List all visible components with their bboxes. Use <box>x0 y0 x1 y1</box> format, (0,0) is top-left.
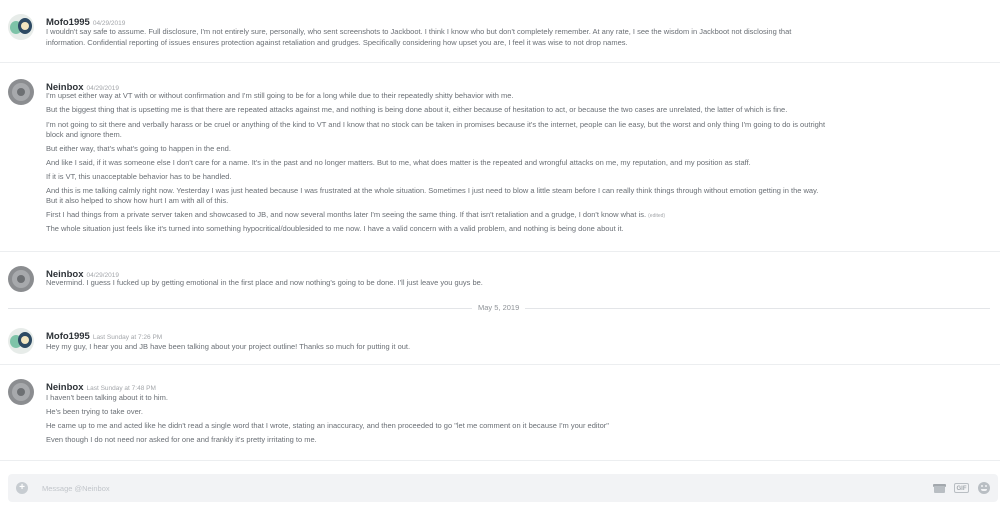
message-line: block and ignore them. <box>46 130 122 139</box>
mofo-avatar[interactable] <box>8 328 34 354</box>
message-line: Nevermind. I guess I fucked up by gettin… <box>46 278 483 287</box>
message-line: And this is me talking calmly right now.… <box>46 186 819 195</box>
timestamp: Last Sunday at 7:26 PM <box>92 334 163 341</box>
message-line: I'm upset either way at VT with or witho… <box>46 91 514 100</box>
message-line: But either way, that's what's going to h… <box>46 144 231 153</box>
message-line: He came up to me and acted like he didn'… <box>46 421 609 430</box>
username[interactable]: Mofo1995 <box>46 331 90 342</box>
timestamp: Last Sunday at 7:48 PM <box>86 385 156 392</box>
timestamp: 04/29/2019 <box>92 20 126 27</box>
chat-messages: Mofo1995 04/29/2019 I wouldn't say safe t… <box>0 0 1000 468</box>
message-group: Mofo1995 Last Sunday at 7:26 PM Hey my gu… <box>0 326 1000 356</box>
gif-icon[interactable]: GIF <box>954 483 969 493</box>
message-input[interactable] <box>34 474 900 502</box>
message-header: Neinbox 04/29/2019 <box>46 264 119 280</box>
plus-icon[interactable]: + <box>16 482 28 494</box>
neinbox-avatar[interactable] <box>8 379 34 405</box>
neinbox-avatar[interactable] <box>8 79 34 105</box>
message-line: But it also helped to show how hurt I am… <box>46 196 229 205</box>
message-line: First I had things from a private server… <box>46 210 976 221</box>
message-composer: + GIF <box>8 474 998 502</box>
neinbox-avatar[interactable] <box>8 266 34 292</box>
message-line: Even though I do not need nor asked for … <box>46 435 317 444</box>
message-line: He's been trying to take over. <box>46 407 143 416</box>
message-line: I wouldn't say safe to assume. Full disc… <box>46 27 792 36</box>
message-line: And like I said, if it was someone else … <box>46 158 751 167</box>
message-header: Mofo1995 Last Sunday at 7:26 PM <box>46 326 163 342</box>
message-line: Hey my guy, I hear you and JB have been … <box>46 342 411 351</box>
message-divider <box>0 62 1000 63</box>
message-line: I haven't been talking about it to him. <box>46 393 168 402</box>
message-header: Neinbox 04/29/2019 <box>46 77 119 93</box>
date-divider-label: May 5, 2019 <box>472 303 526 312</box>
mofo-avatar[interactable] <box>8 14 34 40</box>
gift-icon[interactable] <box>933 483 946 493</box>
emoji-icon[interactable] <box>978 482 990 494</box>
message-line: I'm not going to sit there and verbally … <box>46 120 826 129</box>
message-line: information. Confidential reporting of i… <box>46 38 628 47</box>
message-divider <box>0 251 1000 252</box>
message-line: But the biggest thing that is upsetting … <box>46 105 788 114</box>
message-group: Neinbox 04/29/2019 I'm upset either way a… <box>0 77 1000 242</box>
message-text: First I had things from a private server… <box>46 210 647 219</box>
message-group: Neinbox 04/29/2019 Nevermind. I guess I f… <box>0 264 1000 294</box>
message-group: Mofo1995 04/29/2019 I wouldn't say safe t… <box>0 12 1000 54</box>
message-group: Neinbox Last Sunday at 7:48 PM I haven't … <box>0 377 1000 449</box>
message-header: Mofo1995 04/29/2019 <box>46 12 126 28</box>
message-divider <box>0 364 1000 365</box>
message-divider <box>0 460 1000 461</box>
edited-label: (edited) <box>648 213 666 219</box>
username[interactable]: Neinbox <box>46 382 83 393</box>
message-line: The whole situation just feels like it's… <box>46 224 624 233</box>
message-header: Neinbox Last Sunday at 7:48 PM <box>46 377 156 393</box>
message-line: If it is VT, this unacceptable behavior … <box>46 172 232 181</box>
